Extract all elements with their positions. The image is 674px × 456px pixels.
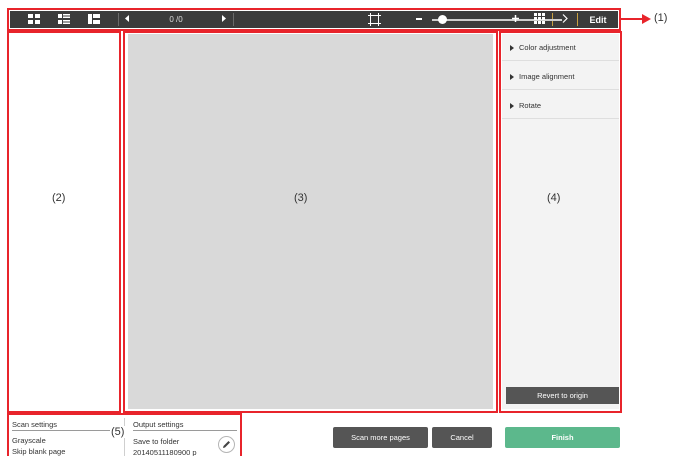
cancel-button[interactable]: Cancel [432, 427, 492, 448]
highlight-toolbar [7, 8, 621, 31]
scan-more-pages-button[interactable]: Scan more pages [333, 427, 428, 448]
highlight-settings [7, 413, 242, 456]
highlight-preview [123, 31, 498, 413]
highlight-thumbnails [7, 31, 121, 413]
callout-label-toolbar: (1) [654, 12, 668, 24]
highlight-edit [499, 31, 622, 413]
callout-arrow-icon [620, 14, 651, 24]
finish-button[interactable]: Finish [505, 427, 620, 448]
